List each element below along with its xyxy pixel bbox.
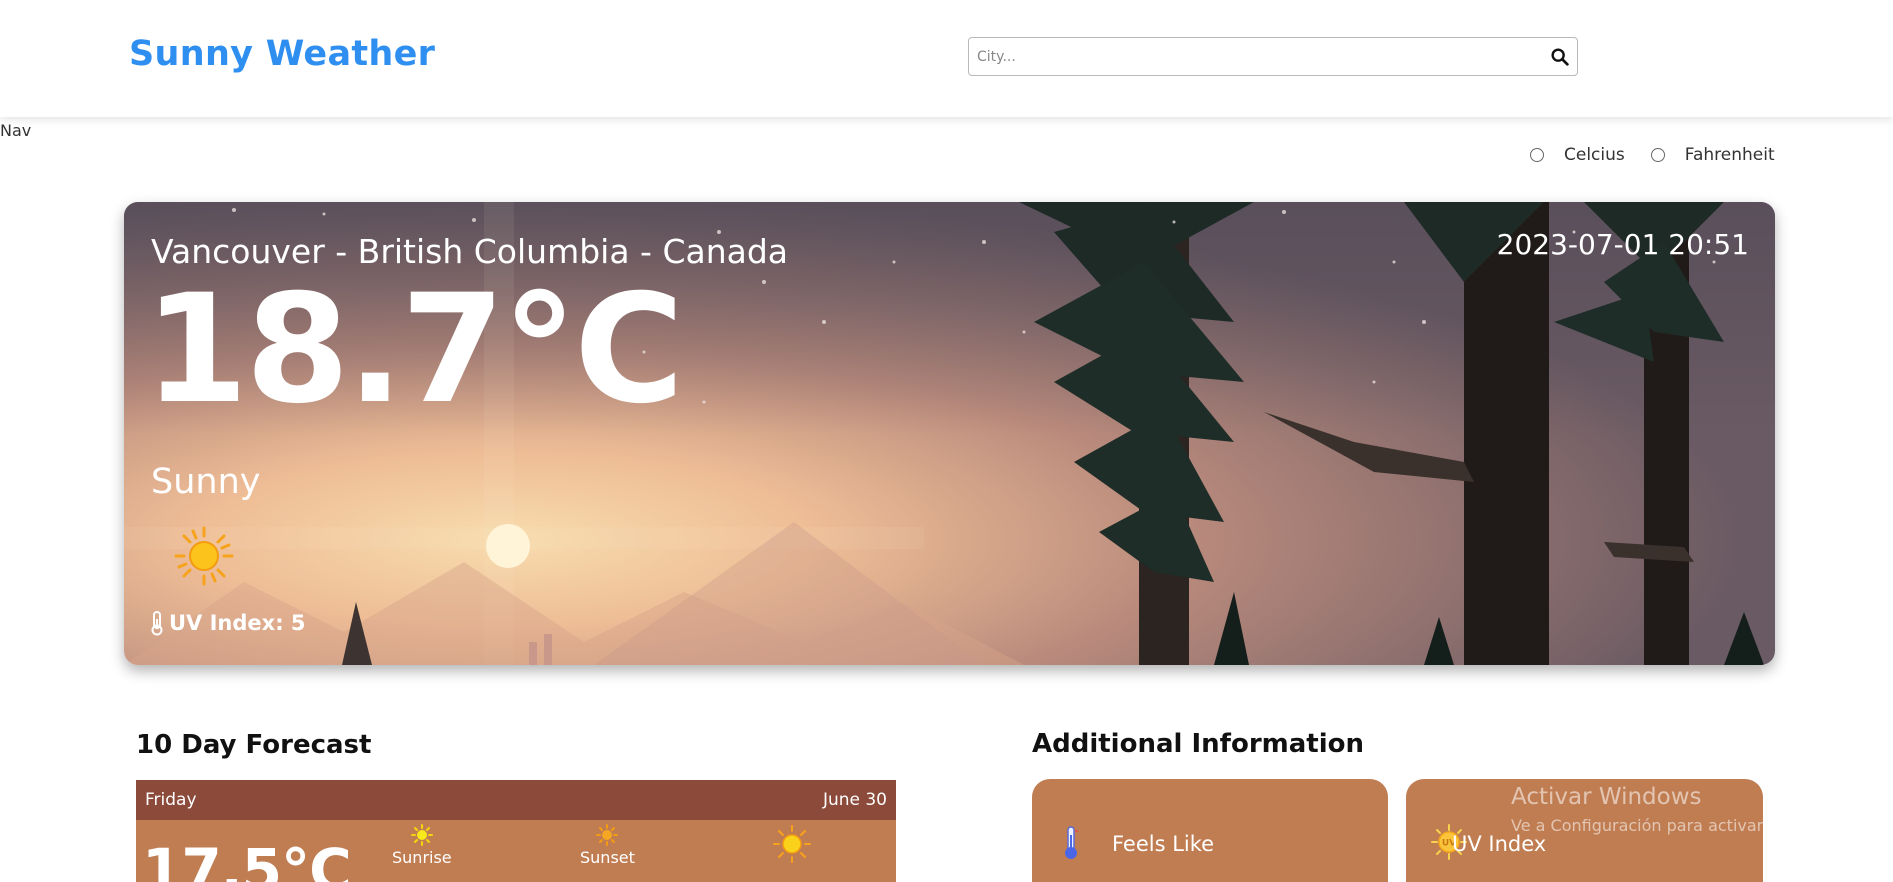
forecast-day-date: June 30 [822, 790, 887, 810]
celcius-label: Celcius [1564, 145, 1625, 165]
fahrenheit-label: Fahrenheit [1684, 145, 1775, 165]
watermark-subtitle: Ve a Configuración para activar Windows. [1511, 816, 1845, 835]
condition-text: Sunny [151, 462, 261, 502]
sunrise-info: Sunrise [392, 824, 452, 867]
forecast-day-name: Friday [145, 790, 197, 810]
windows-activation-watermark: Activar Windows Ve a Configuración para … [1511, 784, 1845, 835]
uv-index-text: UV Index: 5 [169, 611, 306, 635]
sunrise-label: Sunrise [392, 848, 452, 867]
top-navbar: Sunny Weather [0, 0, 1893, 117]
thermometer-icon [1065, 826, 1078, 859]
search-bar [968, 37, 1578, 76]
forecast-sun-icon [773, 825, 811, 863]
current-temperature: 18.7°C [144, 263, 684, 437]
uv-index-label: UV Index [1452, 832, 1547, 856]
feels-like-label: Feels Like [1112, 832, 1215, 856]
forecast-day-header: Friday June 30 [136, 780, 896, 820]
feels-like-card[interactable]: Feels Like [1032, 779, 1388, 882]
city-search-input[interactable] [977, 38, 1537, 75]
forecast-day-card[interactable]: Friday June 30 17.5°C Sunrise Sunset [136, 780, 896, 882]
uv-index-readout: UV Index: 5 [149, 610, 306, 636]
forecast-title: 10 Day Forecast [136, 730, 372, 760]
watermark-title: Activar Windows [1511, 784, 1702, 810]
sunset-info: Sunset [580, 824, 635, 867]
brand-logo[interactable]: Sunny Weather [129, 34, 435, 74]
local-datetime: 2023-07-01 20:51 [1496, 228, 1749, 261]
fahrenheit-radio[interactable] [1650, 148, 1665, 162]
current-weather-card: Vancouver - British Columbia - Canada 20… [124, 202, 1775, 665]
celcius-option[interactable]: Celcius [1530, 145, 1637, 165]
sunset-icon [596, 824, 619, 846]
additional-info-title: Additional Information [1032, 729, 1365, 759]
unit-toggle: Celcius Fahrenheit [1530, 143, 1801, 167]
sunset-label: Sunset [580, 848, 635, 867]
fahrenheit-option[interactable]: Fahrenheit [1650, 145, 1787, 165]
search-icon[interactable] [1549, 46, 1571, 68]
nav-placeholder-text: Nav [0, 121, 32, 140]
sunrise-icon [410, 824, 433, 846]
thermometer-icon [151, 611, 163, 636]
sun-icon [174, 526, 234, 586]
celcius-radio[interactable] [1530, 148, 1544, 162]
forecast-day-temperature: 17.5°C [142, 836, 352, 882]
